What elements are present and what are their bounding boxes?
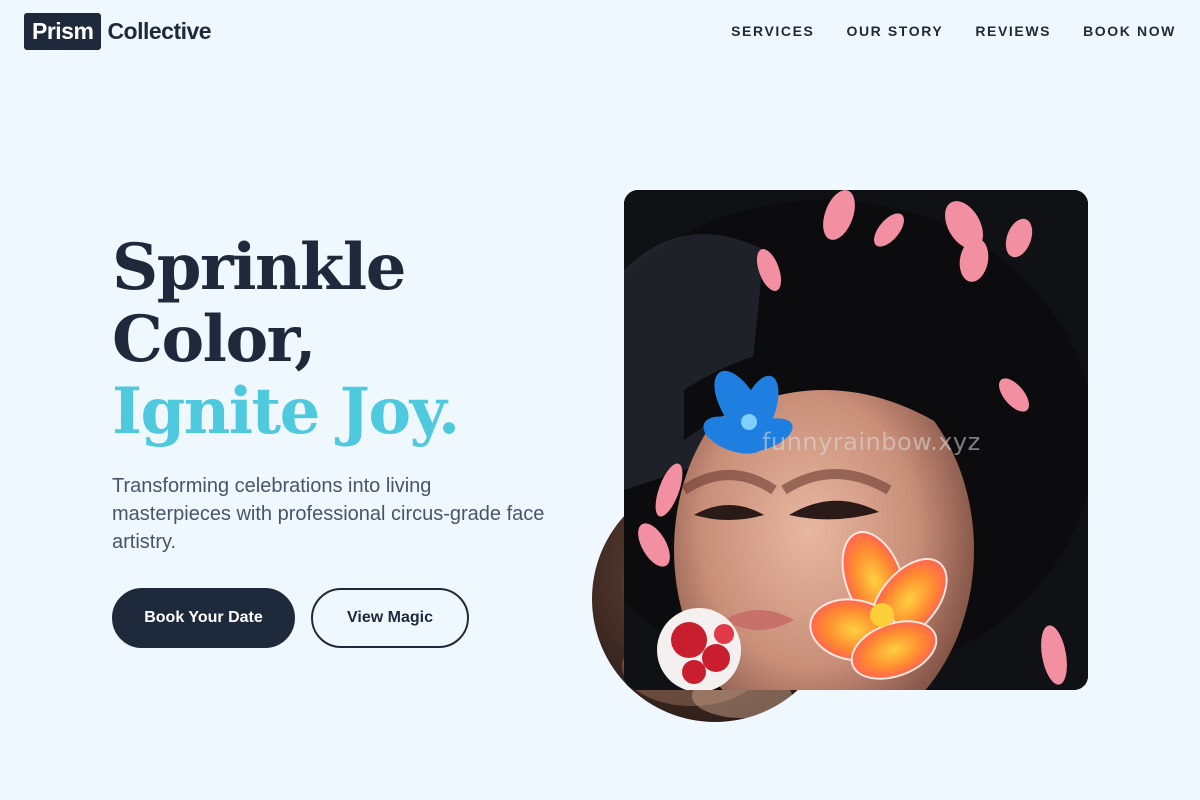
headline-line-1: Sprinkle: [112, 230, 406, 305]
image-watermark: funnyrainbow.xyz: [762, 428, 981, 456]
view-magic-button[interactable]: View Magic: [311, 588, 469, 648]
logo-mark: Prism: [24, 13, 102, 50]
site-header: Prism Collective SERVICES OUR STORY REVI…: [0, 0, 1200, 64]
nav-link-book-now[interactable]: BOOK NOW: [1083, 21, 1176, 41]
headline-line-2: Color,: [112, 302, 316, 377]
brand-logo[interactable]: Prism Collective: [24, 13, 212, 50]
logo-wordmark: Collective: [107, 18, 212, 44]
hero-headline: Sprinkle Color, Ignite Joy.: [112, 230, 460, 449]
headline-line-3: Ignite Joy.: [112, 374, 460, 449]
main-nav: SERVICES OUR STORY REVIEWS BOOK NOW: [731, 21, 1176, 41]
book-your-date-button[interactable]: Book Your Date: [112, 588, 295, 648]
nav-link-services[interactable]: SERVICES: [731, 21, 814, 41]
hero-subtitle: Transforming celebrations into living ma…: [112, 475, 545, 553]
nav-link-reviews[interactable]: REVIEWS: [975, 21, 1051, 41]
nav-link-our-story[interactable]: OUR STORY: [846, 21, 943, 41]
